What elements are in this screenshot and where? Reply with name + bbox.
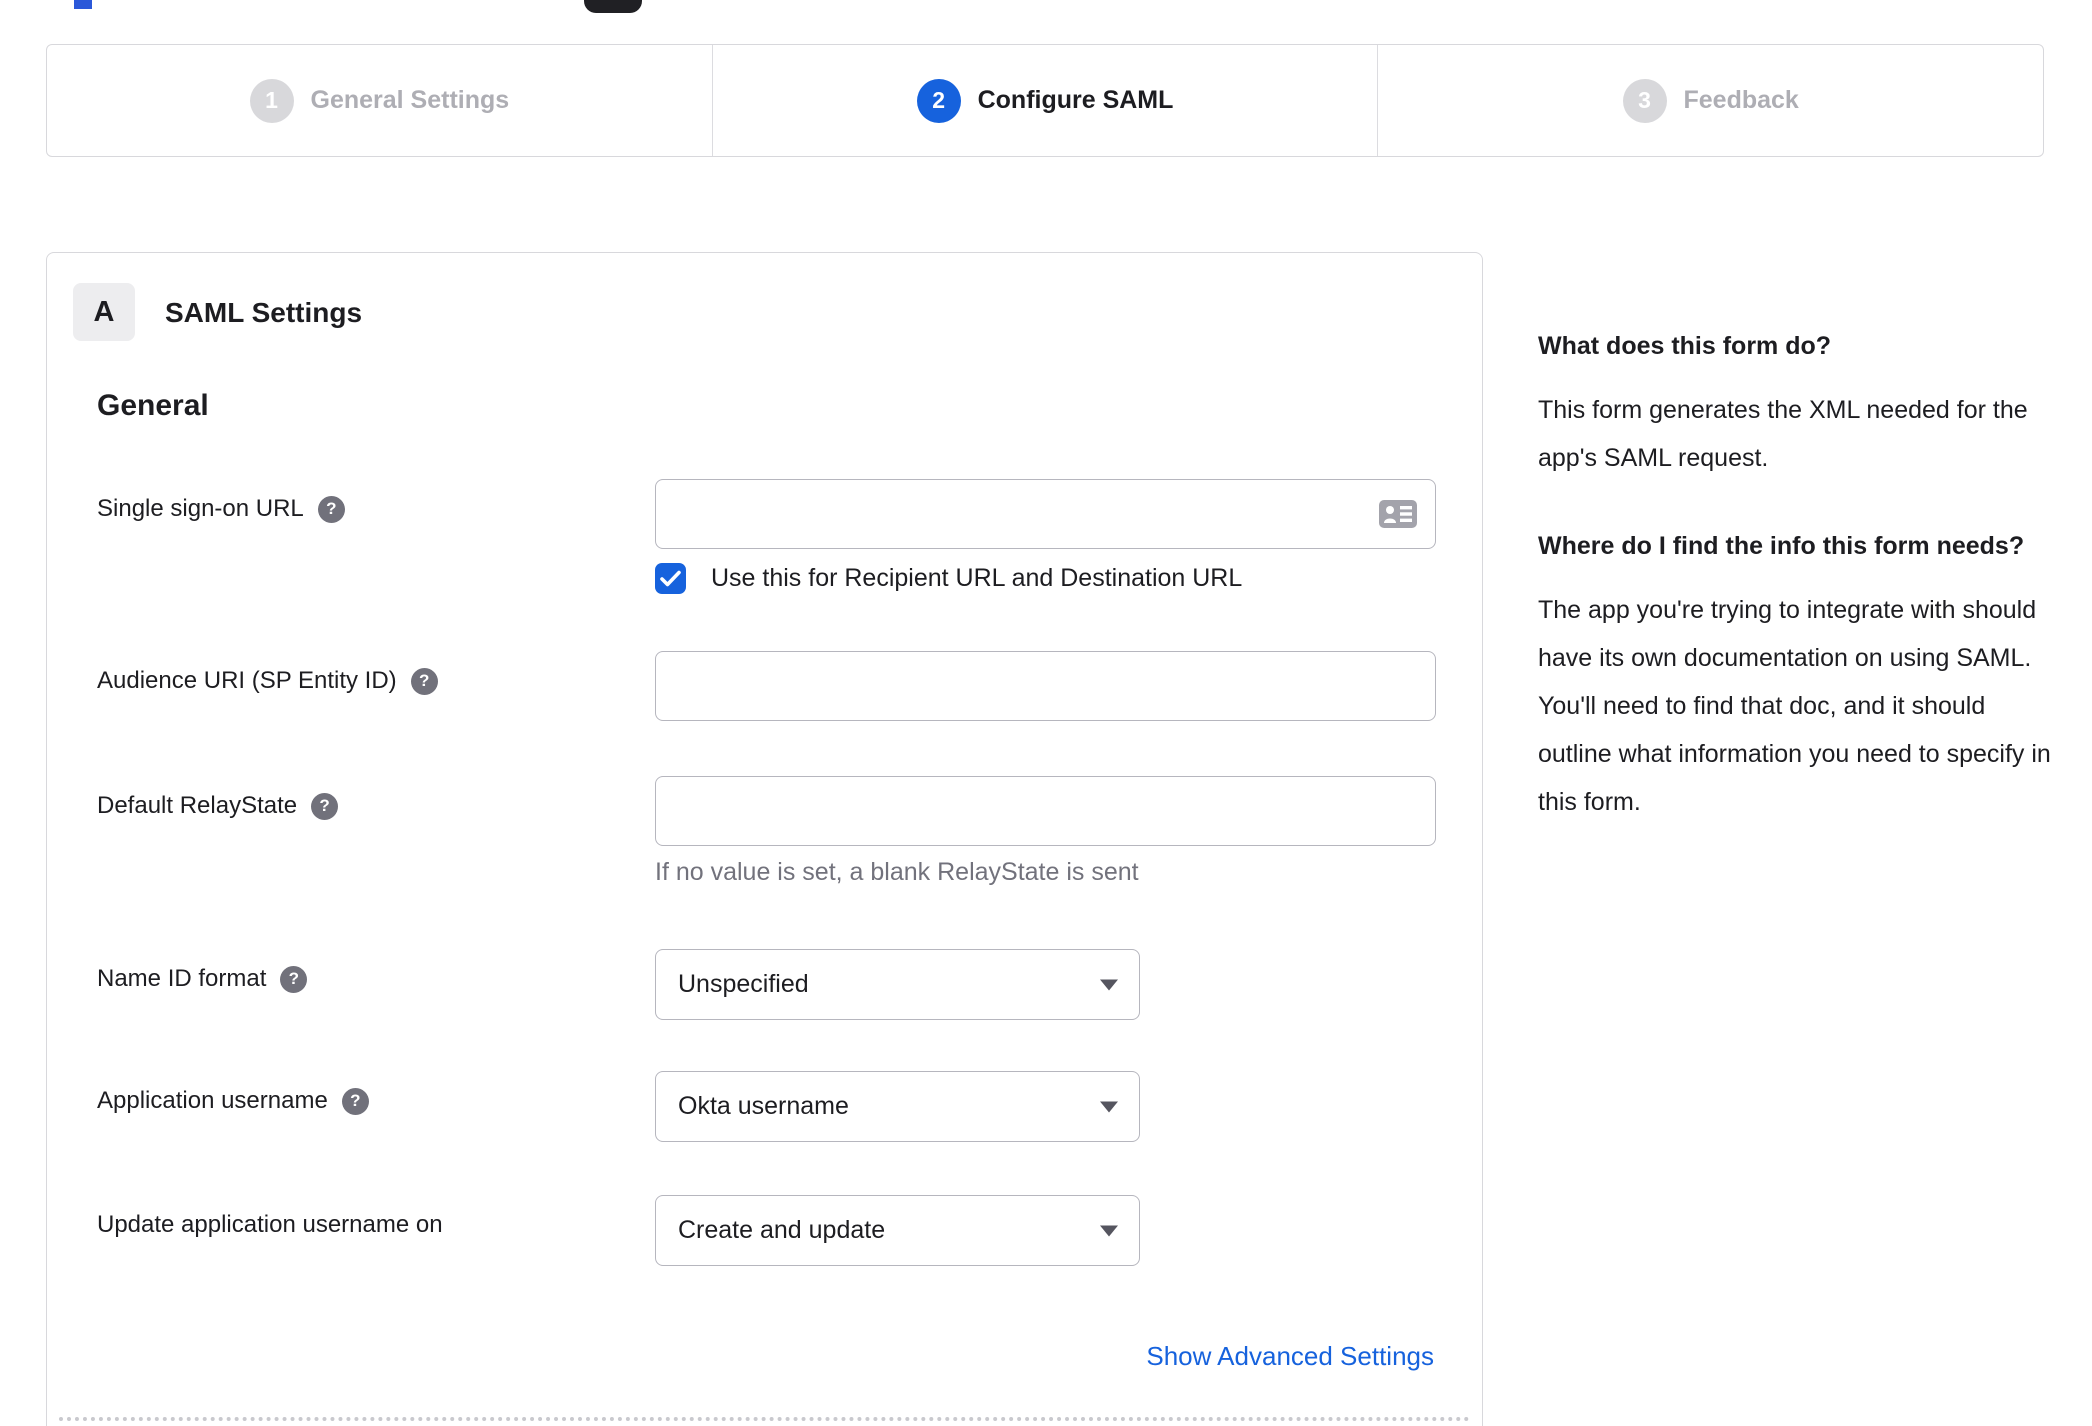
- section-divider: [59, 1417, 1470, 1421]
- field-label-text: Single sign-on URL: [97, 495, 304, 522]
- name-id-format-row: Name ID format ? Unspecified: [97, 949, 1140, 1020]
- update-application-username-label: Update application username on: [97, 1195, 655, 1239]
- step-label: Configure SAML: [977, 86, 1174, 114]
- dropdown-caret-icon: [1100, 979, 1118, 990]
- section-title: SAML Settings: [165, 297, 363, 328]
- select-value: Unspecified: [678, 970, 809, 998]
- step-feedback[interactable]: 3 Feedback: [1377, 45, 2043, 156]
- field-label-text: Application username: [97, 1087, 328, 1114]
- sidebar-heading-what: What does this form do?: [1538, 332, 1832, 360]
- help-icon[interactable]: ?: [280, 965, 308, 993]
- step-number-badge: 1: [249, 78, 294, 123]
- field-label-text: Update application username on: [97, 1211, 443, 1238]
- step-label: Feedback: [1683, 86, 1799, 114]
- help-icon[interactable]: ?: [410, 667, 438, 695]
- name-id-format-select[interactable]: Unspecified: [655, 949, 1140, 1020]
- default-relaystate-label: Default RelayState ?: [97, 776, 655, 820]
- show-advanced-settings-link[interactable]: Show Advanced Settings: [1146, 1341, 1434, 1372]
- audience-uri-row: Audience URI (SP Entity ID) ?: [97, 651, 1436, 721]
- contact-card-icon: [1378, 499, 1418, 529]
- recipient-url-checkbox-label: Use this for Recipient URL and Destinati…: [711, 564, 1243, 592]
- field-label-text: Default RelayState: [97, 792, 298, 819]
- clipped-header-fragment: [584, 0, 642, 13]
- select-value: Okta username: [678, 1092, 849, 1120]
- help-sidebar: What does this form do? This form genera…: [1538, 322, 2052, 826]
- application-username-select[interactable]: Okta username: [655, 1071, 1140, 1142]
- relaystate-helper-text: If no value is set, a blank RelayState i…: [655, 858, 1139, 886]
- section-a-badge: A: [73, 283, 135, 341]
- default-relaystate-row: Default RelayState ? If no value is set,…: [97, 776, 1436, 887]
- application-username-label: Application username ?: [97, 1071, 655, 1115]
- step-number-badge: 3: [1622, 78, 1667, 123]
- recipient-url-checkbox[interactable]: [655, 563, 686, 594]
- clipped-logo-fragment: [74, 0, 92, 9]
- page: 1 General Settings 2 Configure SAML 3 Fe…: [0, 0, 2092, 1426]
- general-group-title: General: [97, 389, 209, 422]
- single-sign-on-url-row: Single sign-on URL ? Use this for Recipi…: [97, 479, 1436, 594]
- step-general-settings[interactable]: 1 General Settings: [47, 45, 712, 156]
- name-id-format-label: Name ID format ?: [97, 949, 655, 993]
- help-icon[interactable]: ?: [311, 792, 339, 820]
- step-label: General Settings: [310, 86, 510, 114]
- audience-uri-input[interactable]: [655, 651, 1436, 721]
- step-configure-saml[interactable]: 2 Configure SAML: [711, 45, 1378, 156]
- single-sign-on-url-label: Single sign-on URL ?: [97, 479, 655, 523]
- update-application-username-row: Update application username on Create an…: [97, 1195, 1140, 1266]
- sidebar-body-what: This form generates the XML needed for t…: [1538, 396, 2028, 472]
- help-icon[interactable]: ?: [341, 1087, 369, 1115]
- step-number-badge: 2: [916, 78, 961, 123]
- dropdown-caret-icon: [1100, 1225, 1118, 1236]
- field-label-text: Audience URI (SP Entity ID): [97, 667, 397, 694]
- audience-uri-label: Audience URI (SP Entity ID) ?: [97, 651, 655, 695]
- help-icon[interactable]: ?: [317, 495, 345, 523]
- default-relaystate-input[interactable]: [655, 776, 1436, 846]
- checkmark-icon: [660, 570, 681, 587]
- sidebar-body-where: The app you're trying to integrate with …: [1538, 596, 2051, 816]
- single-sign-on-url-input[interactable]: [655, 479, 1436, 549]
- application-username-row: Application username ? Okta username: [97, 1071, 1140, 1142]
- select-value: Create and update: [678, 1216, 886, 1244]
- dropdown-caret-icon: [1100, 1101, 1118, 1112]
- update-application-username-select[interactable]: Create and update: [655, 1195, 1140, 1266]
- field-label-text: Name ID format: [97, 965, 267, 992]
- saml-settings-panel: A SAML Settings General Single sign-on U…: [46, 252, 1483, 1426]
- wizard-stepper: 1 General Settings 2 Configure SAML 3 Fe…: [46, 44, 2044, 157]
- sidebar-heading-where: Where do I find the info this form needs…: [1538, 532, 2025, 560]
